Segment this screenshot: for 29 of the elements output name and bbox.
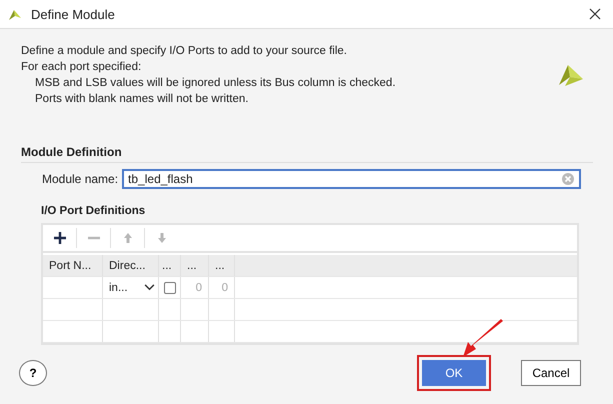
down-arrow-icon (157, 232, 167, 244)
table-cell: 0 (181, 277, 209, 298)
bus-checkbox[interactable] (164, 282, 176, 294)
column-header[interactable]: ... (159, 255, 181, 276)
field-label: Module name: (42, 172, 118, 186)
close-icon[interactable] (589, 8, 601, 20)
section-heading: Module Definition (21, 145, 123, 159)
instruction-text: For each port specified: (21, 60, 142, 75)
app-logo-icon (557, 63, 585, 87)
cancel-button[interactable]: Cancel (521, 360, 581, 386)
column-header[interactable]: ... (209, 255, 235, 276)
instruction-text: MSB and LSB values will be ignored unless its Bus column is checked. (34, 76, 396, 91)
table-cell: 0 (209, 277, 235, 298)
column-header[interactable]: Direc... (103, 255, 159, 276)
help-button[interactable]: ? (19, 360, 47, 386)
chevron-down-icon (144, 284, 155, 291)
column-header[interactable]: Port N... (43, 255, 103, 276)
instruction-text: Ports with blank names will not be written. (34, 92, 250, 107)
window-title: Define Module (31, 6, 116, 22)
instruction-text: Define a module and specify I/O Ports to add to your source file. (21, 44, 348, 59)
section-heading: I/O Port Definitions (41, 205, 146, 217)
plus-icon (52, 231, 66, 245)
column-header[interactable]: ... (181, 255, 209, 276)
direction-dropdown[interactable]: in... (103, 277, 159, 298)
ok-button[interactable]: OK (417, 355, 491, 391)
up-arrow-icon (122, 232, 132, 244)
module-name-field[interactable]: tb_led_flash (122, 169, 581, 189)
annotation-arrow (461, 319, 505, 359)
clear-icon[interactable] (561, 172, 575, 186)
